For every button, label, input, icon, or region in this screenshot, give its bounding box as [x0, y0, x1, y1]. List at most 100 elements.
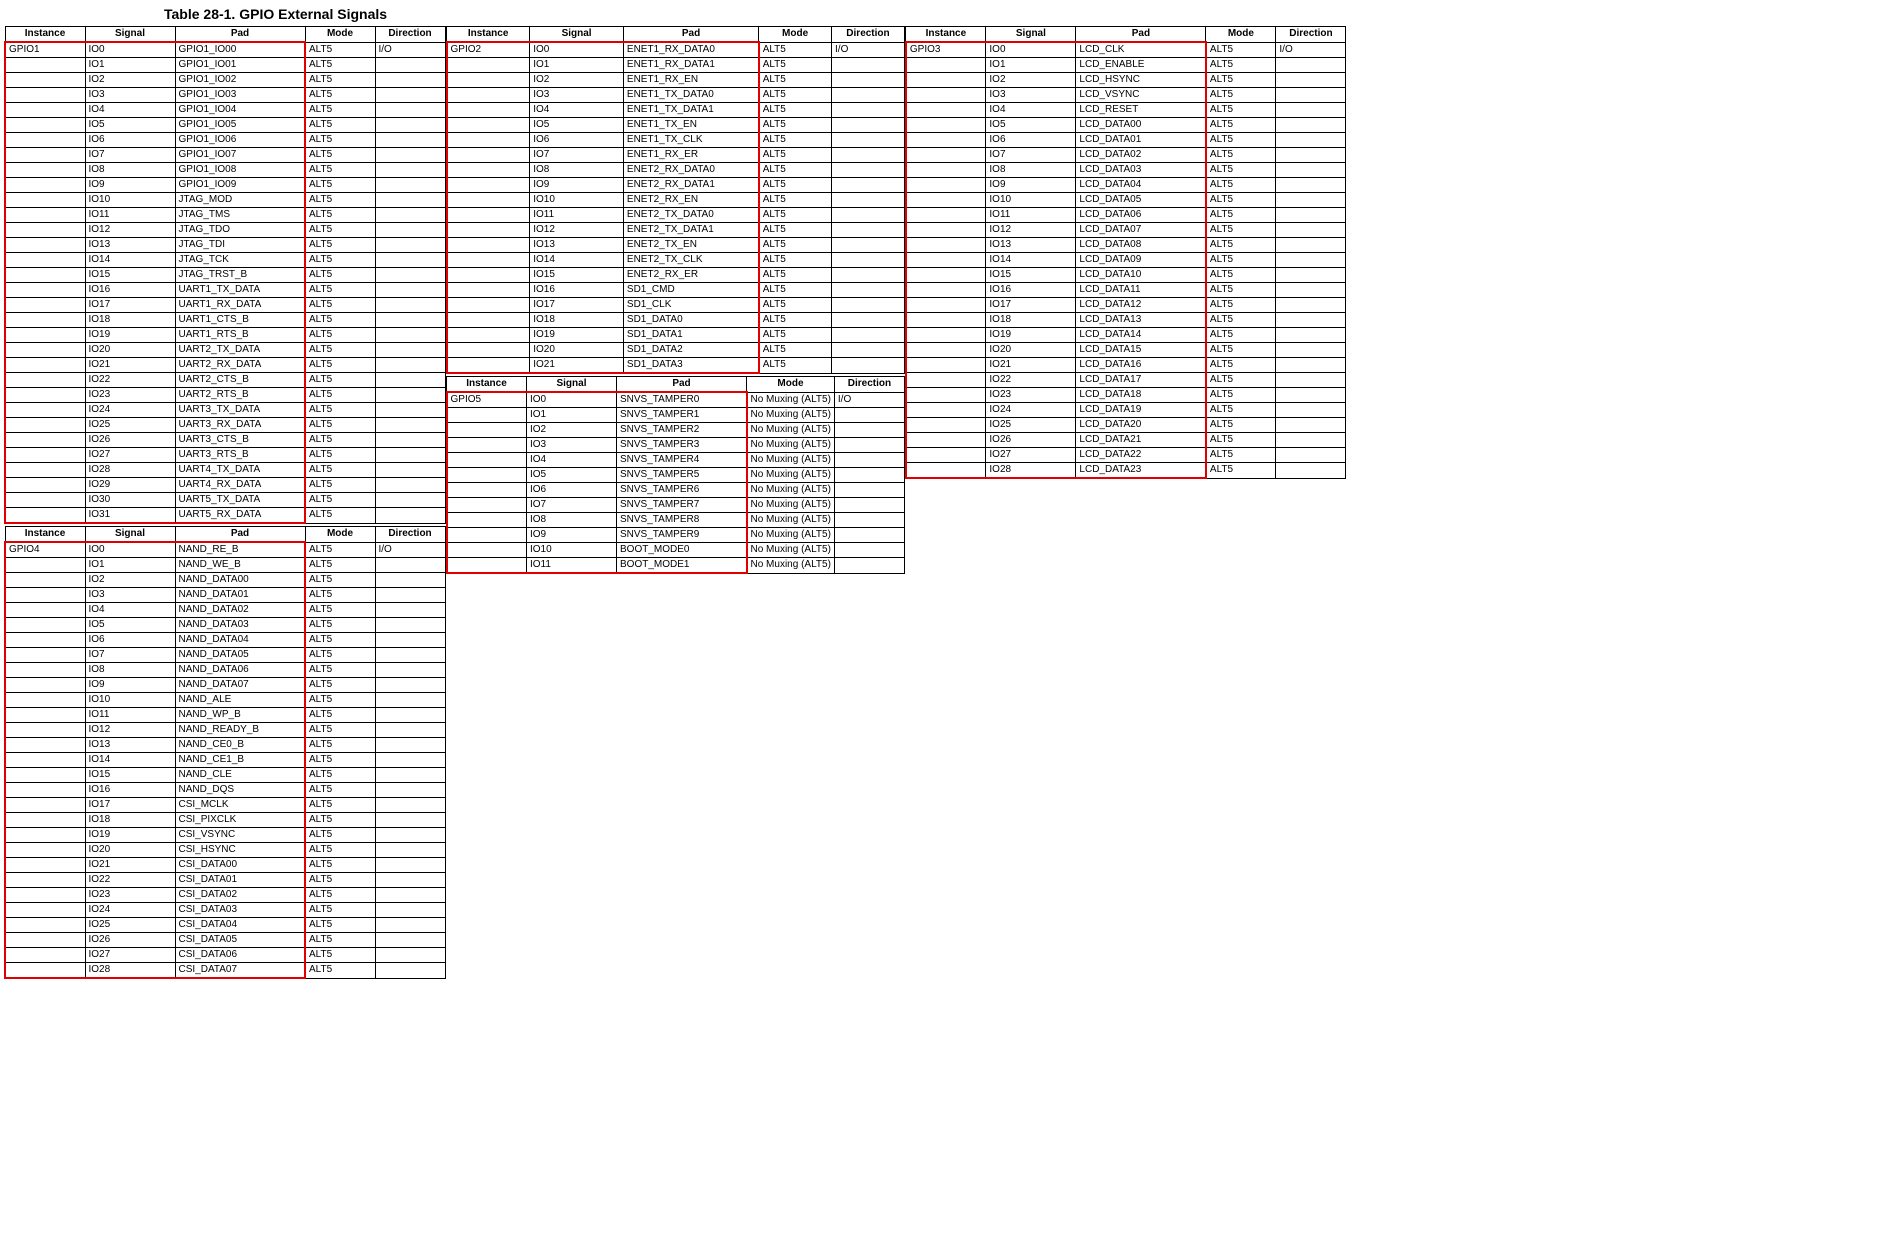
cell: CSI_DATA03	[175, 903, 305, 918]
cell: IO9	[986, 178, 1076, 193]
cell: IO4	[85, 103, 175, 118]
cell: ALT5	[305, 783, 375, 798]
table-row: IO26LCD_DATA21ALT5	[906, 433, 1346, 448]
cell	[447, 498, 527, 513]
cell: LCD_DATA03	[1076, 163, 1206, 178]
cell: IO22	[986, 373, 1076, 388]
cell	[5, 418, 85, 433]
page: Table 28-1. GPIO External Signals Instan…	[0, 0, 1904, 985]
cell	[375, 388, 445, 403]
cell	[906, 463, 986, 479]
cell	[832, 298, 905, 313]
cell	[375, 678, 445, 693]
cell: ALT5	[1206, 148, 1276, 163]
cell	[5, 88, 85, 103]
cell	[1276, 193, 1346, 208]
cell: IO28	[85, 963, 175, 979]
cell	[5, 448, 85, 463]
cell: No Muxing (ALT5)	[747, 392, 835, 408]
cell	[447, 88, 530, 103]
cell: IO10	[527, 543, 617, 558]
cell: IO18	[85, 313, 175, 328]
cell: ALT5	[1206, 433, 1276, 448]
cell: IO17	[530, 298, 624, 313]
cell: LCD_DATA21	[1076, 433, 1206, 448]
cell: ALT5	[305, 343, 375, 358]
cell	[832, 238, 905, 253]
table-row: IO9ENET2_RX_DATA1ALT5	[447, 178, 905, 193]
cell: ALT5	[1206, 448, 1276, 463]
cell: LCD_DATA20	[1076, 418, 1206, 433]
cell: ENET1_TX_DATA0	[623, 88, 758, 103]
cell: ALT5	[305, 208, 375, 223]
cell	[832, 208, 905, 223]
cell: GPIO1_IO03	[175, 88, 305, 103]
cell: IO11	[85, 208, 175, 223]
cell: IO15	[986, 268, 1076, 283]
cell	[5, 208, 85, 223]
cell: CSI_PIXCLK	[175, 813, 305, 828]
header-instance: Instance	[5, 527, 85, 543]
gpio-table-gpio2: InstanceSignalPadModeDirectionGPIO2IO0EN…	[446, 26, 905, 374]
cell: ALT5	[1206, 283, 1276, 298]
cell: IO25	[85, 918, 175, 933]
cell	[5, 873, 85, 888]
table-row: IO25CSI_DATA04ALT5	[5, 918, 445, 933]
cell: I/O	[1276, 42, 1346, 58]
cell: GPIO4	[5, 542, 85, 558]
table-row: IO23CSI_DATA02ALT5	[5, 888, 445, 903]
table-row: IO1SNVS_TAMPER1No Muxing (ALT5)	[447, 408, 905, 423]
cell	[5, 73, 85, 88]
cell: ALT5	[305, 723, 375, 738]
table-row: IO5SNVS_TAMPER5No Muxing (ALT5)	[447, 468, 905, 483]
cell	[375, 58, 445, 73]
cell	[5, 678, 85, 693]
column-1: InstanceSignalPadModeDirectionGPIO1IO0GP…	[4, 26, 446, 981]
cell: NAND_DATA07	[175, 678, 305, 693]
cell: IO2	[85, 73, 175, 88]
cell: CSI_DATA06	[175, 948, 305, 963]
cell: ALT5	[759, 178, 832, 193]
cell: LCD_CLK	[1076, 42, 1206, 58]
cell: IO17	[85, 298, 175, 313]
cell: IO25	[986, 418, 1076, 433]
cell: ALT5	[305, 373, 375, 388]
cell	[834, 453, 904, 468]
cell: ALT5	[1206, 58, 1276, 73]
table-row: IO3SNVS_TAMPER3No Muxing (ALT5)	[447, 438, 905, 453]
cell	[447, 408, 527, 423]
cell: ALT5	[1206, 403, 1276, 418]
header-instance: Instance	[5, 27, 85, 43]
cell: IO7	[986, 148, 1076, 163]
cell: ENET1_TX_EN	[623, 118, 758, 133]
cell: ALT5	[305, 42, 375, 58]
header-signal: Signal	[986, 27, 1076, 43]
cell	[5, 573, 85, 588]
table-row: IO12ENET2_TX_DATA1ALT5	[447, 223, 905, 238]
cell	[375, 448, 445, 463]
cell: IO11	[530, 208, 624, 223]
cell: NAND_READY_B	[175, 723, 305, 738]
cell	[447, 358, 530, 374]
cell: IO6	[85, 633, 175, 648]
cell	[5, 948, 85, 963]
cell: IO12	[85, 723, 175, 738]
cell: GPIO1_IO01	[175, 58, 305, 73]
cell: IO2	[530, 73, 624, 88]
cell: JTAG_TMS	[175, 208, 305, 223]
cell	[906, 448, 986, 463]
cell: ALT5	[759, 298, 832, 313]
cell: ALT5	[305, 618, 375, 633]
cell: GPIO1_IO02	[175, 73, 305, 88]
cell: ALT5	[1206, 193, 1276, 208]
cell	[906, 88, 986, 103]
cell: IO11	[527, 558, 617, 574]
cell	[5, 268, 85, 283]
cell: IO26	[85, 433, 175, 448]
cell: ALT5	[305, 328, 375, 343]
table-row: IO14NAND_CE1_BALT5	[5, 753, 445, 768]
cell: IO21	[85, 858, 175, 873]
cell: ALT5	[305, 178, 375, 193]
cell	[832, 178, 905, 193]
cell: IO15	[85, 268, 175, 283]
